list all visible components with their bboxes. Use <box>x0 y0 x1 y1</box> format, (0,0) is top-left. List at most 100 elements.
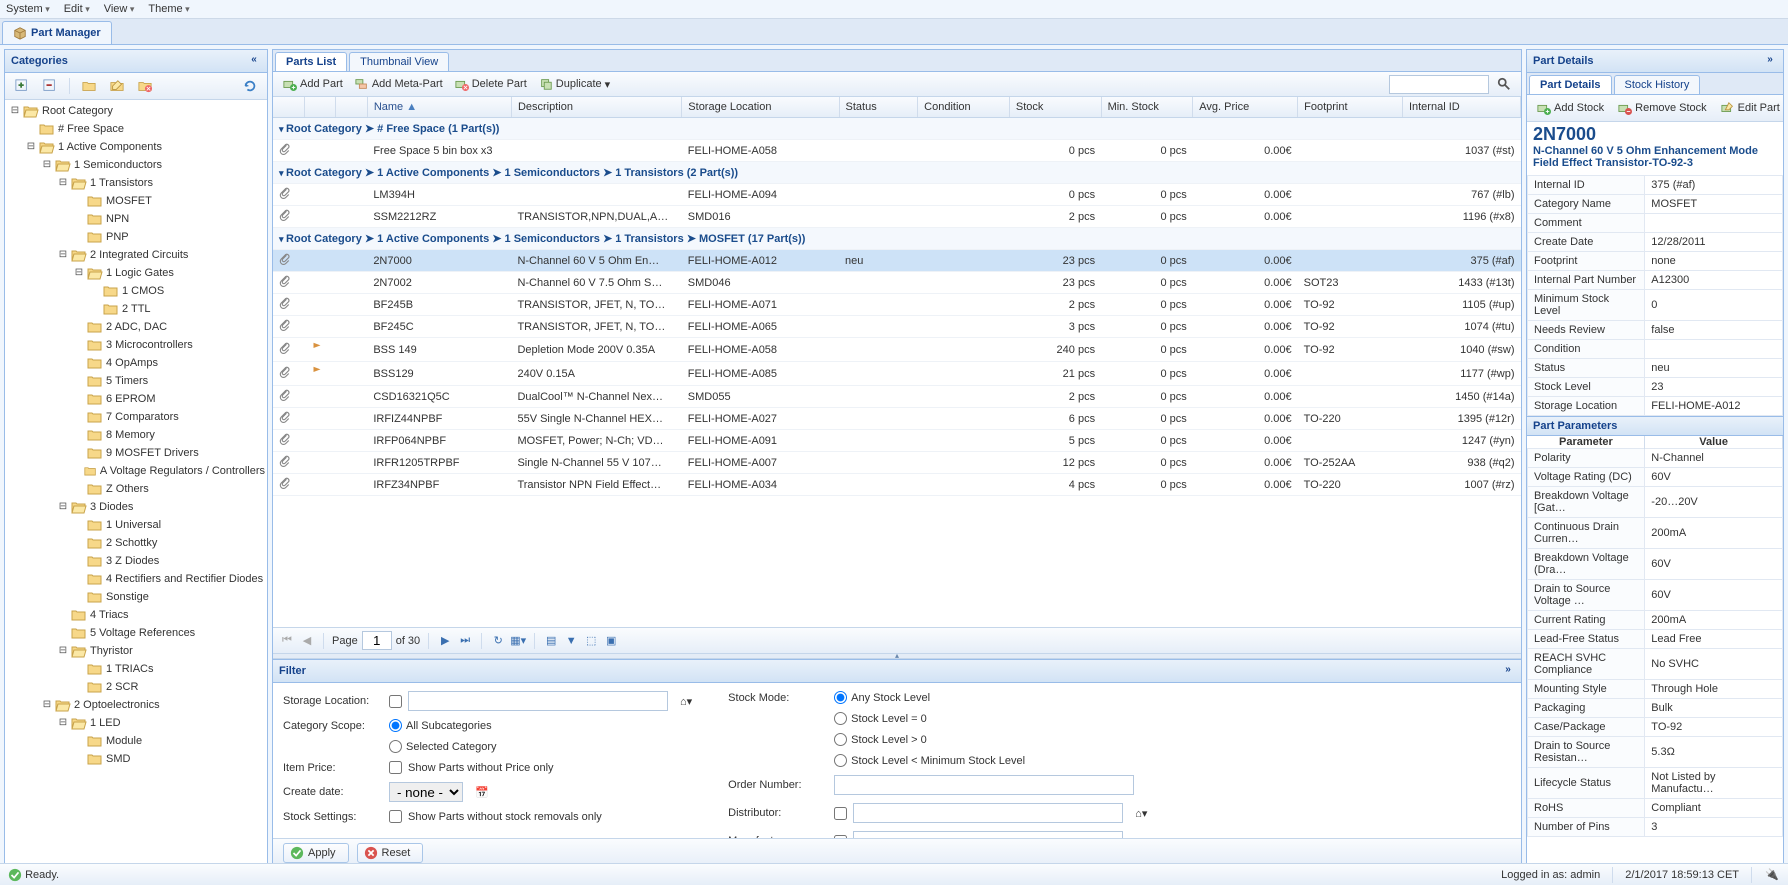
tree-node[interactable]: ⊟Root Category <box>7 102 265 120</box>
tree-toggle-icon[interactable] <box>55 607 71 623</box>
table-row[interactable]: IRFZ34NPBFTransistor NPN Field Effect…FE… <box>273 474 1521 496</box>
search-button[interactable] <box>1491 74 1517 94</box>
table-row[interactable]: IRFP064NPBFMOSFET, Power; N-Ch; VD…FELI-… <box>273 430 1521 452</box>
tree-node[interactable]: ⊟1 Semiconductors <box>7 156 265 174</box>
price-check[interactable] <box>389 761 402 774</box>
tree-toggle-icon[interactable] <box>71 481 87 497</box>
table-row[interactable]: BSS 149Depletion Mode 200V 0.35AFELI-HOM… <box>273 338 1521 362</box>
tree-toggle-icon[interactable] <box>71 751 87 767</box>
table-row[interactable]: LM394HFELI-HOME-A0940 pcs0 pcs0.00€767 (… <box>273 184 1521 206</box>
tab-part-details[interactable]: Part Details <box>1529 75 1612 94</box>
add-stock-button[interactable]: Add Stock <box>1531 98 1610 118</box>
tree-toggle-icon[interactable] <box>71 409 87 425</box>
column-header[interactable]: Condition <box>918 97 1010 118</box>
tree-node[interactable]: MOSFET <box>7 192 265 210</box>
tree-node[interactable]: A Voltage Regulators / Controllers <box>7 462 265 480</box>
tree-node[interactable]: Module <box>7 732 265 750</box>
column-header[interactable] <box>273 97 304 118</box>
sm-gt0-radio[interactable] <box>834 733 847 746</box>
column-header[interactable] <box>304 97 335 118</box>
tree-node[interactable]: 9 MOSFET Drivers <box>7 444 265 462</box>
tree-toggle-icon[interactable] <box>87 283 103 299</box>
tree-node[interactable]: 4 Rectifiers and Rectifier Diodes <box>7 570 265 588</box>
tree-toggle-icon[interactable] <box>71 391 87 407</box>
remove-category-button[interactable] <box>37 76 63 96</box>
table-row[interactable]: CSD16321Q5CDualCool™ N-Channel Nex…SMD05… <box>273 386 1521 408</box>
column-header[interactable]: Footprint <box>1298 97 1403 118</box>
duplicate-button[interactable]: Duplicate ▾ <box>533 74 616 94</box>
column-header[interactable]: Status <box>839 97 918 118</box>
createdate-select[interactable]: - none - <box>389 782 463 802</box>
column-header[interactable]: Storage Location <box>682 97 839 118</box>
edit-category-button[interactable] <box>104 76 130 96</box>
table-row[interactable]: 2N7002N-Channel 60 V 7.5 Ohm S…SMD04623 … <box>273 272 1521 294</box>
column-header[interactable]: Internal ID <box>1402 97 1520 118</box>
tree-node[interactable]: 4 Triacs <box>7 606 265 624</box>
tree-node[interactable]: 3 Microcontrollers <box>7 336 265 354</box>
tree-node[interactable]: ⊟1 Active Components <box>7 138 265 156</box>
remove-stock-button[interactable]: Remove Stock <box>1612 98 1713 118</box>
tree-toggle-icon[interactable]: ⊟ <box>55 247 71 263</box>
group-header[interactable]: Root Category ➤ 1 Active Components ➤ 1 … <box>273 162 1521 184</box>
distributor-lookup-button[interactable]: ⌂▾ <box>1129 804 1153 823</box>
storage-check[interactable] <box>389 695 402 708</box>
tree-node[interactable]: SMD <box>7 750 265 768</box>
disconnect-button[interactable]: 🔌 <box>1764 867 1780 883</box>
tree-node[interactable]: # Free Space <box>7 120 265 138</box>
tree-node[interactable]: 2 Schottky <box>7 534 265 552</box>
tab-stock-history[interactable]: Stock History <box>1614 75 1701 94</box>
delete-category-button[interactable] <box>132 76 158 96</box>
pager-refresh-button[interactable]: ↻ <box>490 633 506 649</box>
parts-grid-wrap[interactable]: Name ▲DescriptionStorage LocationStatusC… <box>273 97 1521 627</box>
table-row[interactable]: SSM2212RZTRANSISTOR,NPN,DUAL,A…SMD0162 p… <box>273 206 1521 228</box>
tree-toggle-icon[interactable] <box>71 229 87 245</box>
filter-collapse-icon[interactable]: » <box>1501 664 1515 678</box>
tree-toggle-icon[interactable]: ⊟ <box>39 697 55 713</box>
menu-view[interactable]: View <box>104 3 135 15</box>
tree-node[interactable]: ⊟1 Logic Gates <box>7 264 265 282</box>
tree-toggle-icon[interactable] <box>71 211 87 227</box>
tree-toggle-icon[interactable] <box>71 571 87 587</box>
column-header[interactable] <box>336 97 367 118</box>
pager-next-button[interactable]: ▶ <box>437 633 453 649</box>
pager-collapse-button[interactable]: ▣ <box>603 633 619 649</box>
tree-node[interactable]: ⊟1 LED <box>7 714 265 732</box>
createdate-cal-button[interactable]: 📅 <box>469 783 495 802</box>
tree-node[interactable]: 4 OpAmps <box>7 354 265 372</box>
tree-toggle-icon[interactable] <box>71 661 87 677</box>
group-header[interactable]: Root Category ➤ # Free Space (1 Part(s)) <box>273 118 1521 140</box>
refresh-tree-button[interactable] <box>237 76 263 96</box>
tree-node[interactable]: 5 Timers <box>7 372 265 390</box>
tree-toggle-icon[interactable] <box>71 679 87 695</box>
add-metapart-button[interactable]: Add Meta-Part <box>349 74 449 94</box>
tree-node[interactable]: 1 Universal <box>7 516 265 534</box>
column-header[interactable]: Avg. Price <box>1193 97 1298 118</box>
add-part-button[interactable]: Add Part <box>277 74 349 94</box>
pager-export-button[interactable]: ▦▾ <box>510 633 526 649</box>
tree-toggle-icon[interactable] <box>71 535 87 551</box>
tree-toggle-icon[interactable] <box>71 589 87 605</box>
apply-button[interactable]: Apply <box>283 843 349 863</box>
table-row[interactable]: IRFIZ44NPBF55V Single N-Channel HEX…FELI… <box>273 408 1521 430</box>
tree-node[interactable]: ⊟2 Integrated Circuits <box>7 246 265 264</box>
menu-theme[interactable]: Theme <box>148 3 189 15</box>
tree-node[interactable]: ⊟Thyristor <box>7 642 265 660</box>
tree-toggle-icon[interactable]: ⊟ <box>7 103 23 119</box>
tree-node[interactable]: 6 EPROM <box>7 390 265 408</box>
group-header[interactable]: Root Category ➤ 1 Active Components ➤ 1 … <box>273 228 1521 250</box>
collapse-left-icon[interactable]: « <box>247 54 261 68</box>
tree-toggle-icon[interactable] <box>71 445 87 461</box>
tree-node[interactable]: 5 Voltage References <box>7 624 265 642</box>
tree-toggle-icon[interactable] <box>23 121 39 137</box>
distributor-input[interactable] <box>853 803 1123 823</box>
manufacturer-input[interactable] <box>853 831 1123 838</box>
tree-node[interactable]: 3 Z Diodes <box>7 552 265 570</box>
tree-toggle-icon[interactable]: ⊟ <box>39 157 55 173</box>
tree-node[interactable]: 2 ADC, DAC <box>7 318 265 336</box>
tab-parts-list[interactable]: Parts List <box>275 52 347 71</box>
category-tree[interactable]: ⊟Root Category# Free Space⊟1 Active Comp… <box>5 100 267 867</box>
tree-toggle-icon[interactable] <box>71 553 87 569</box>
order-input[interactable] <box>834 775 1134 795</box>
tree-node[interactable]: ⊟2 Optoelectronics <box>7 696 265 714</box>
pager-first-button[interactable]: ⏮ <box>279 633 295 649</box>
